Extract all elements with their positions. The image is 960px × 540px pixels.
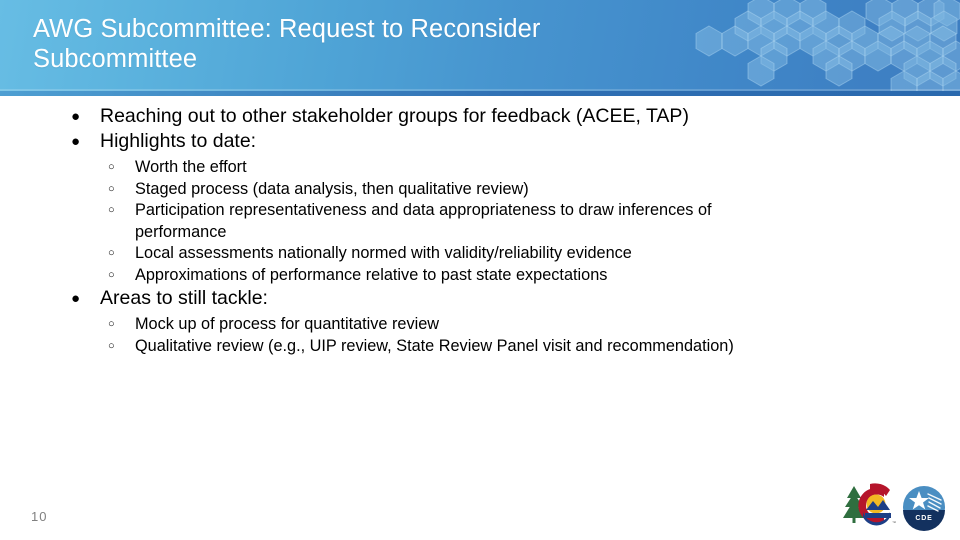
bullet-hollow-circle-icon: ○ (108, 204, 115, 216)
bullet-hollow-circle-icon: ○ (108, 339, 115, 352)
bullet-list-level-1: ● Reaching out to other stakeholder grou… (0, 104, 960, 357)
honeycomb-decoration (630, 0, 960, 96)
bullet-hollow-circle-icon: ○ (108, 318, 115, 330)
slide: AWG Subcommittee: Request to Reconsider … (0, 0, 960, 540)
logo-group: ™ CDE (840, 480, 950, 536)
list-item: ○ Approximations of performance relative… (100, 265, 960, 287)
list-item-label: Areas to still tackle: (100, 287, 268, 309)
list-item: ○ Qualitative review (e.g., UIP review, … (100, 336, 960, 358)
bullet-hollow-circle-icon: ○ (108, 268, 115, 281)
list-item: ○ Participation representativeness and d… (100, 200, 960, 243)
list-item: ● Reaching out to other stakeholder grou… (0, 104, 960, 129)
svg-text:CDE: CDE (915, 515, 932, 522)
list-item-label: Reaching out to other stakeholder groups… (100, 105, 689, 127)
bullet-hollow-circle-icon: ○ (108, 161, 115, 173)
page-title: AWG Subcommittee: Request to Reconsider … (33, 15, 541, 73)
bullet-hollow-circle-icon: ○ (108, 247, 115, 259)
list-item-label: Participation representativeness and dat… (135, 201, 712, 241)
bullet-list-level-2: ○ Worth the effort ○ Staged process (dat… (100, 157, 960, 286)
list-item-label: Highlights to date: (100, 130, 257, 152)
list-item-label: Mock up of process for quantitative revi… (135, 315, 440, 333)
list-item-label: Approximations of performance relative t… (135, 265, 608, 284)
slide-body: ● Reaching out to other stakeholder grou… (0, 104, 960, 357)
list-item-label: Qualitative review (e.g., UIP review, St… (135, 336, 734, 355)
bullet-hollow-circle-icon: ○ (108, 182, 115, 195)
cde-logo: CDE (903, 486, 945, 531)
slide-header-banner: AWG Subcommittee: Request to Reconsider … (0, 0, 960, 96)
bullet-filled-circle-icon: ● (71, 108, 81, 125)
svg-text:™: ™ (892, 520, 896, 525)
list-item: ○ Mock up of process for quantitative re… (100, 314, 960, 336)
bullet-filled-circle-icon: ● (71, 290, 81, 307)
header-bottom-edge (0, 91, 960, 96)
list-item-label: Worth the effort (135, 158, 247, 176)
list-item: ● Highlights to date: ○ Worth the effort… (0, 129, 960, 286)
list-item: ○ Worth the effort (100, 157, 960, 179)
list-item: ○ Local assessments nationally normed wi… (100, 243, 960, 265)
list-item: ○ Staged process (data analysis, then qu… (100, 179, 960, 201)
list-item-label: Local assessments nationally normed with… (135, 244, 632, 262)
colorado-state-logo: ™ (843, 483, 896, 526)
bullet-filled-circle-icon: ● (71, 133, 81, 150)
list-item: ● Areas to still tackle: ○ Mock up of pr… (0, 286, 960, 357)
bullet-list-level-2: ○ Mock up of process for quantitative re… (100, 314, 960, 357)
page-number: 10 (31, 509, 48, 524)
list-item-label: Staged process (data analysis, then qual… (135, 179, 529, 198)
